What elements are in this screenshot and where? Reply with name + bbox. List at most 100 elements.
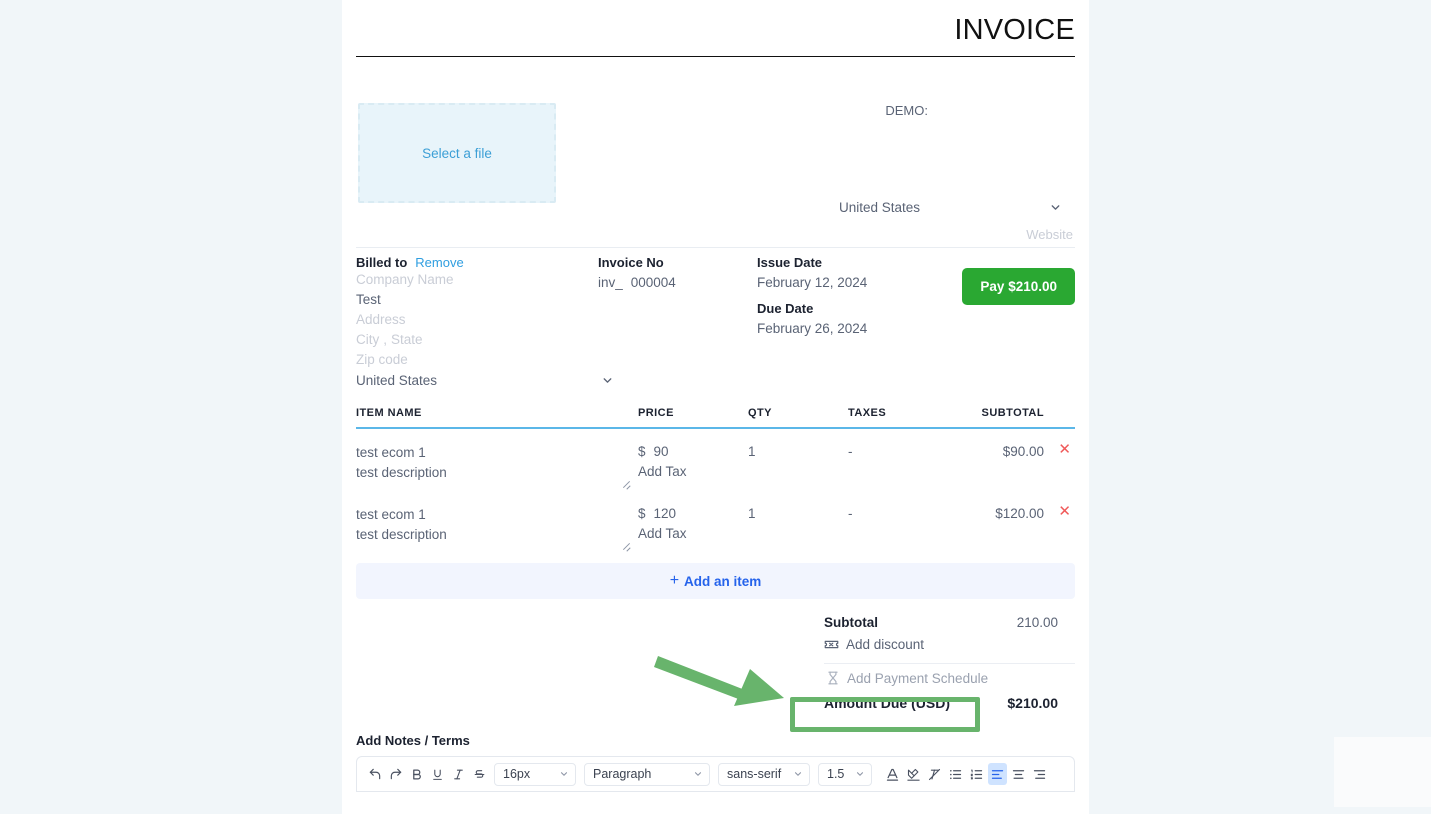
item-name-input[interactable]: test ecom 1: [356, 443, 638, 463]
font-size-value: 16px: [503, 767, 531, 781]
subtotal-row: Subtotal 210.00: [824, 612, 1075, 633]
column-header-item-name: ITEM NAME: [356, 407, 422, 419]
numbered-list-icon[interactable]: [967, 763, 986, 785]
item-name-cell: test ecom 1 test description: [356, 443, 638, 483]
line-items-table: ITEM NAME PRICE QTY TAXES SUBTOTAL test …: [356, 407, 1075, 553]
customer-country-select[interactable]: United States: [356, 373, 614, 388]
plus-icon: +: [669, 572, 680, 589]
customer-city-state-row: City , State: [356, 330, 1075, 350]
add-discount-button[interactable]: Add discount: [824, 633, 1075, 656]
hourglass-icon: [826, 671, 840, 685]
item-price-cell: $ 90 Add Tax: [638, 443, 748, 483]
remove-customer-link[interactable]: Remove: [415, 255, 463, 270]
table-header-row: ITEM NAME PRICE QTY TAXES SUBTOTAL: [356, 407, 1075, 429]
background-panel: [1334, 737, 1431, 807]
coupon-icon: [824, 638, 839, 651]
invoice-no-value-row[interactable]: inv_ 000004: [598, 275, 676, 290]
item-price-row[interactable]: $ 120: [638, 505, 748, 523]
description-resize-handle[interactable]: [621, 478, 631, 488]
customer-zip-input[interactable]: Zip code: [356, 350, 1075, 370]
redo-icon[interactable]: [386, 763, 405, 785]
bold-icon[interactable]: [407, 763, 426, 785]
font-size-select[interactable]: 16px: [494, 762, 576, 786]
column-header-qty: QTY: [748, 407, 772, 419]
undo-icon[interactable]: [365, 763, 384, 785]
table-row: test ecom 1 test description $ 90 Add Ta…: [356, 429, 1075, 491]
billed-to-label: Billed to: [356, 255, 408, 270]
italic-icon[interactable]: [449, 763, 468, 785]
delete-row-icon[interactable]: ✕: [1058, 441, 1071, 459]
seller-website-input[interactable]: Website: [1026, 227, 1073, 242]
add-tax-link[interactable]: Add Tax: [638, 461, 748, 482]
invoice-header-area: Select a file DEMO: United States Websit…: [356, 57, 1075, 247]
currency-symbol: $: [638, 506, 646, 521]
align-right-icon[interactable]: [1030, 763, 1049, 785]
underline-icon[interactable]: [428, 763, 447, 785]
item-description-input[interactable]: test description: [356, 463, 638, 483]
add-payment-schedule-label: Add Payment Schedule: [847, 670, 989, 686]
seller-country-select[interactable]: United States: [686, 200, 1073, 215]
customer-country-value: United States: [356, 373, 438, 388]
text-color-icon[interactable]: [883, 763, 902, 785]
amount-due-value: $210.00: [1007, 695, 1058, 711]
description-resize-handle[interactable]: [621, 540, 631, 550]
highlight-color-icon[interactable]: [904, 763, 923, 785]
column-header-subtotal: SUBTOTAL: [981, 407, 1044, 419]
delete-row-icon[interactable]: ✕: [1058, 503, 1071, 521]
bullet-list-icon[interactable]: [946, 763, 965, 785]
chevron-down-icon: [855, 769, 865, 779]
clear-format-icon[interactable]: [925, 763, 944, 785]
invoice-no-prefix: inv_: [598, 275, 623, 290]
line-height-select[interactable]: 1.5: [818, 762, 872, 786]
item-taxes-value: -: [848, 444, 853, 459]
totals-section: Subtotal 210.00 Add discount Add Payment…: [356, 612, 1075, 714]
invoice-number-block: Invoice No inv_ 000004: [598, 255, 676, 301]
chevron-down-icon: [793, 769, 803, 779]
due-date-value[interactable]: February 26, 2024: [757, 321, 867, 336]
column-header-taxes: TAXES: [848, 407, 887, 419]
page-title: INVOICE: [954, 14, 1075, 46]
strikethrough-icon[interactable]: [470, 763, 489, 785]
add-item-button[interactable]: + Add an item: [356, 563, 1075, 599]
item-price-input[interactable]: 120: [654, 505, 677, 523]
line-height-value: 1.5: [827, 767, 845, 781]
add-payment-schedule-button[interactable]: Add Payment Schedule: [826, 664, 1075, 692]
block-format-select[interactable]: Paragraph: [584, 762, 710, 786]
item-description-input[interactable]: test description: [356, 525, 638, 545]
font-family-select[interactable]: sans-serif: [718, 762, 810, 786]
align-center-icon[interactable]: [1009, 763, 1028, 785]
table-row: test ecom 1 test description $ 120 Add T…: [356, 491, 1075, 553]
invoice-no-label: Invoice No: [598, 255, 664, 270]
item-name-input[interactable]: test ecom 1: [356, 505, 638, 525]
amount-due-row: Amount Due (USD) $210.00: [824, 692, 1075, 714]
item-taxes-value: -: [848, 506, 853, 521]
invoice-no-input[interactable]: 000004: [631, 275, 676, 290]
invoice-document-card: INVOICE Select a file DEMO: United State…: [342, 0, 1089, 814]
item-qty-input[interactable]: 1: [748, 443, 848, 483]
item-price-input[interactable]: 90: [654, 443, 669, 461]
item-price-cell: $ 120 Add Tax: [638, 505, 748, 545]
add-item-label: Add an item: [684, 573, 762, 589]
city-state-separator: ,: [383, 332, 388, 347]
customer-state-input[interactable]: State: [391, 330, 423, 350]
customer-address-input[interactable]: Address: [356, 310, 1075, 330]
chevron-down-icon: [1049, 201, 1062, 214]
item-price-row[interactable]: $ 90: [638, 443, 748, 461]
customer-city-input[interactable]: City: [356, 330, 379, 350]
pay-button[interactable]: Pay $210.00: [962, 268, 1075, 305]
due-date-label: Due Date: [757, 301, 814, 316]
add-discount-label: Add discount: [846, 637, 925, 652]
item-name-cell: test ecom 1 test description: [356, 505, 638, 545]
invoice-meta-area: Billed to Remove Company Name Test Addre…: [356, 247, 1075, 407]
notes-section-label: Add Notes / Terms: [356, 733, 470, 748]
issue-date-label: Issue Date: [757, 255, 823, 270]
item-qty-input[interactable]: 1: [748, 505, 848, 545]
logo-upload-dropzone[interactable]: Select a file: [358, 103, 556, 203]
block-format-value: Paragraph: [593, 767, 652, 781]
column-header-price: PRICE: [638, 407, 674, 419]
rich-text-editor-toolbar: 16px Paragraph sans-serif 1.5: [356, 756, 1075, 792]
font-family-value: sans-serif: [727, 767, 782, 781]
issue-date-value[interactable]: February 12, 2024: [757, 275, 867, 290]
add-tax-link[interactable]: Add Tax: [638, 523, 748, 544]
align-left-icon[interactable]: [988, 763, 1007, 785]
